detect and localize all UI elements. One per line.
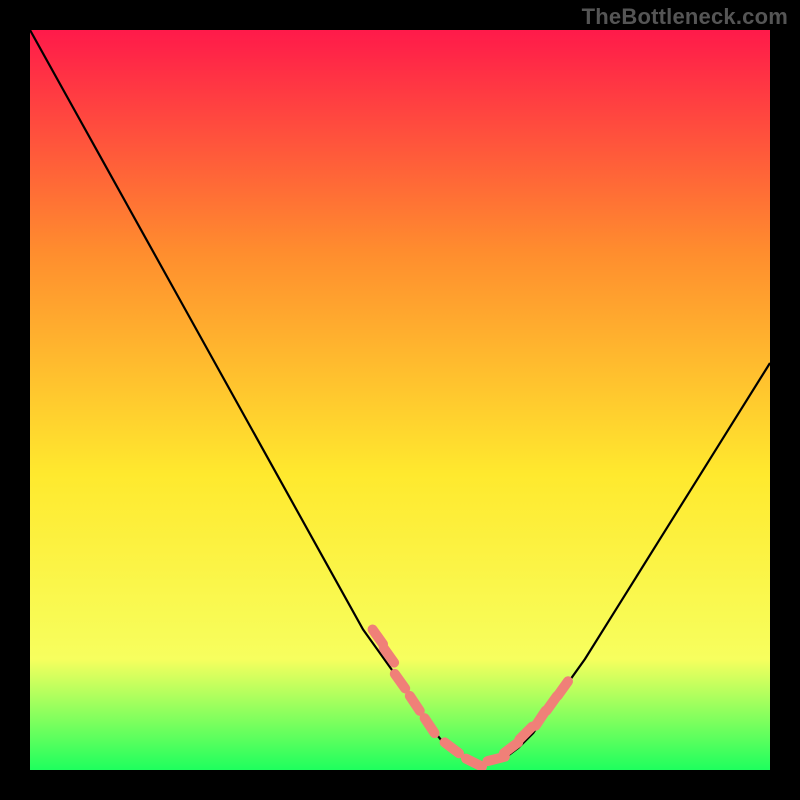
- plot-area: [30, 30, 770, 770]
- gradient-background: [30, 30, 770, 770]
- chart-svg: [30, 30, 770, 770]
- watermark-text: TheBottleneck.com: [582, 4, 788, 30]
- chart-container: TheBottleneck.com: [0, 0, 800, 800]
